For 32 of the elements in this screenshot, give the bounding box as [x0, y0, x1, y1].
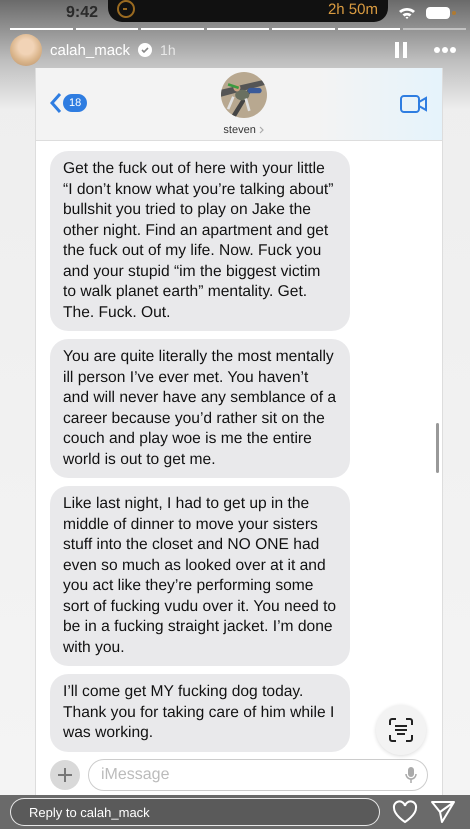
scan-text-button[interactable]: [376, 705, 426, 755]
microphone-icon[interactable]: [405, 766, 417, 784]
message-bubble: Get the fuck out of here with your little “I don’t know what you’re talking about” bullshit you tried to play on Jake the other night. Find an apartment and get the fuck out of my life. Now. Fuck you and your stupid “im the biggest victim to walk planet earth” mentality. Get. The. Fuck. Out.: [50, 151, 350, 331]
scan-text-icon: [388, 717, 414, 743]
pause-button[interactable]: [394, 41, 408, 59]
heart-button[interactable]: [392, 800, 418, 824]
message-input[interactable]: iMessage: [99, 765, 405, 785]
chevron-icon: [258, 126, 264, 134]
wifi-icon: [398, 6, 416, 20]
back-chevron-icon: [50, 92, 62, 114]
timer-text: 2h 50m: [328, 0, 378, 18]
timer-icon: [116, 0, 136, 19]
heart-icon: [392, 800, 418, 824]
contact-name[interactable]: steven: [223, 124, 264, 136]
plus-icon: [58, 768, 72, 782]
send-icon: [430, 800, 456, 824]
post-age: 1h: [160, 42, 176, 58]
battery-icon: [426, 7, 456, 19]
video-camera-icon: [400, 94, 428, 114]
send-button[interactable]: [430, 800, 456, 824]
more-icon: [434, 47, 456, 53]
status-time: 9:42: [66, 4, 98, 22]
more-button[interactable]: [434, 47, 456, 53]
add-button[interactable]: [50, 760, 80, 790]
reply-field[interactable]: Reply to calah_mack: [10, 798, 380, 826]
message-bubble: You are quite literally the most mentally ill person I’ve ever met. You haven’t and will never have any semblance of a career because you’d rather sit on the couch and play woe is me the entire world is out to get me.: [50, 339, 350, 478]
avatar[interactable]: [10, 34, 42, 66]
message-bubble: Like last night, I had to get up in the middle of dinner to move your sisters stuff into the closet and NO ONE had even so much as looked over at it and you act like they’re performing some sort of fucking vudu over it. You need to be in a fucking straight jacket. I’m done with you.: [50, 486, 350, 666]
username[interactable]: calah_mack: [50, 42, 130, 58]
message-bubble: I’ll come get MY fucking dog today. Thank you for taking care of him while I was working.: [50, 674, 350, 752]
scroll-bar: [436, 423, 439, 473]
message-field[interactable]: iMessage: [88, 759, 428, 791]
